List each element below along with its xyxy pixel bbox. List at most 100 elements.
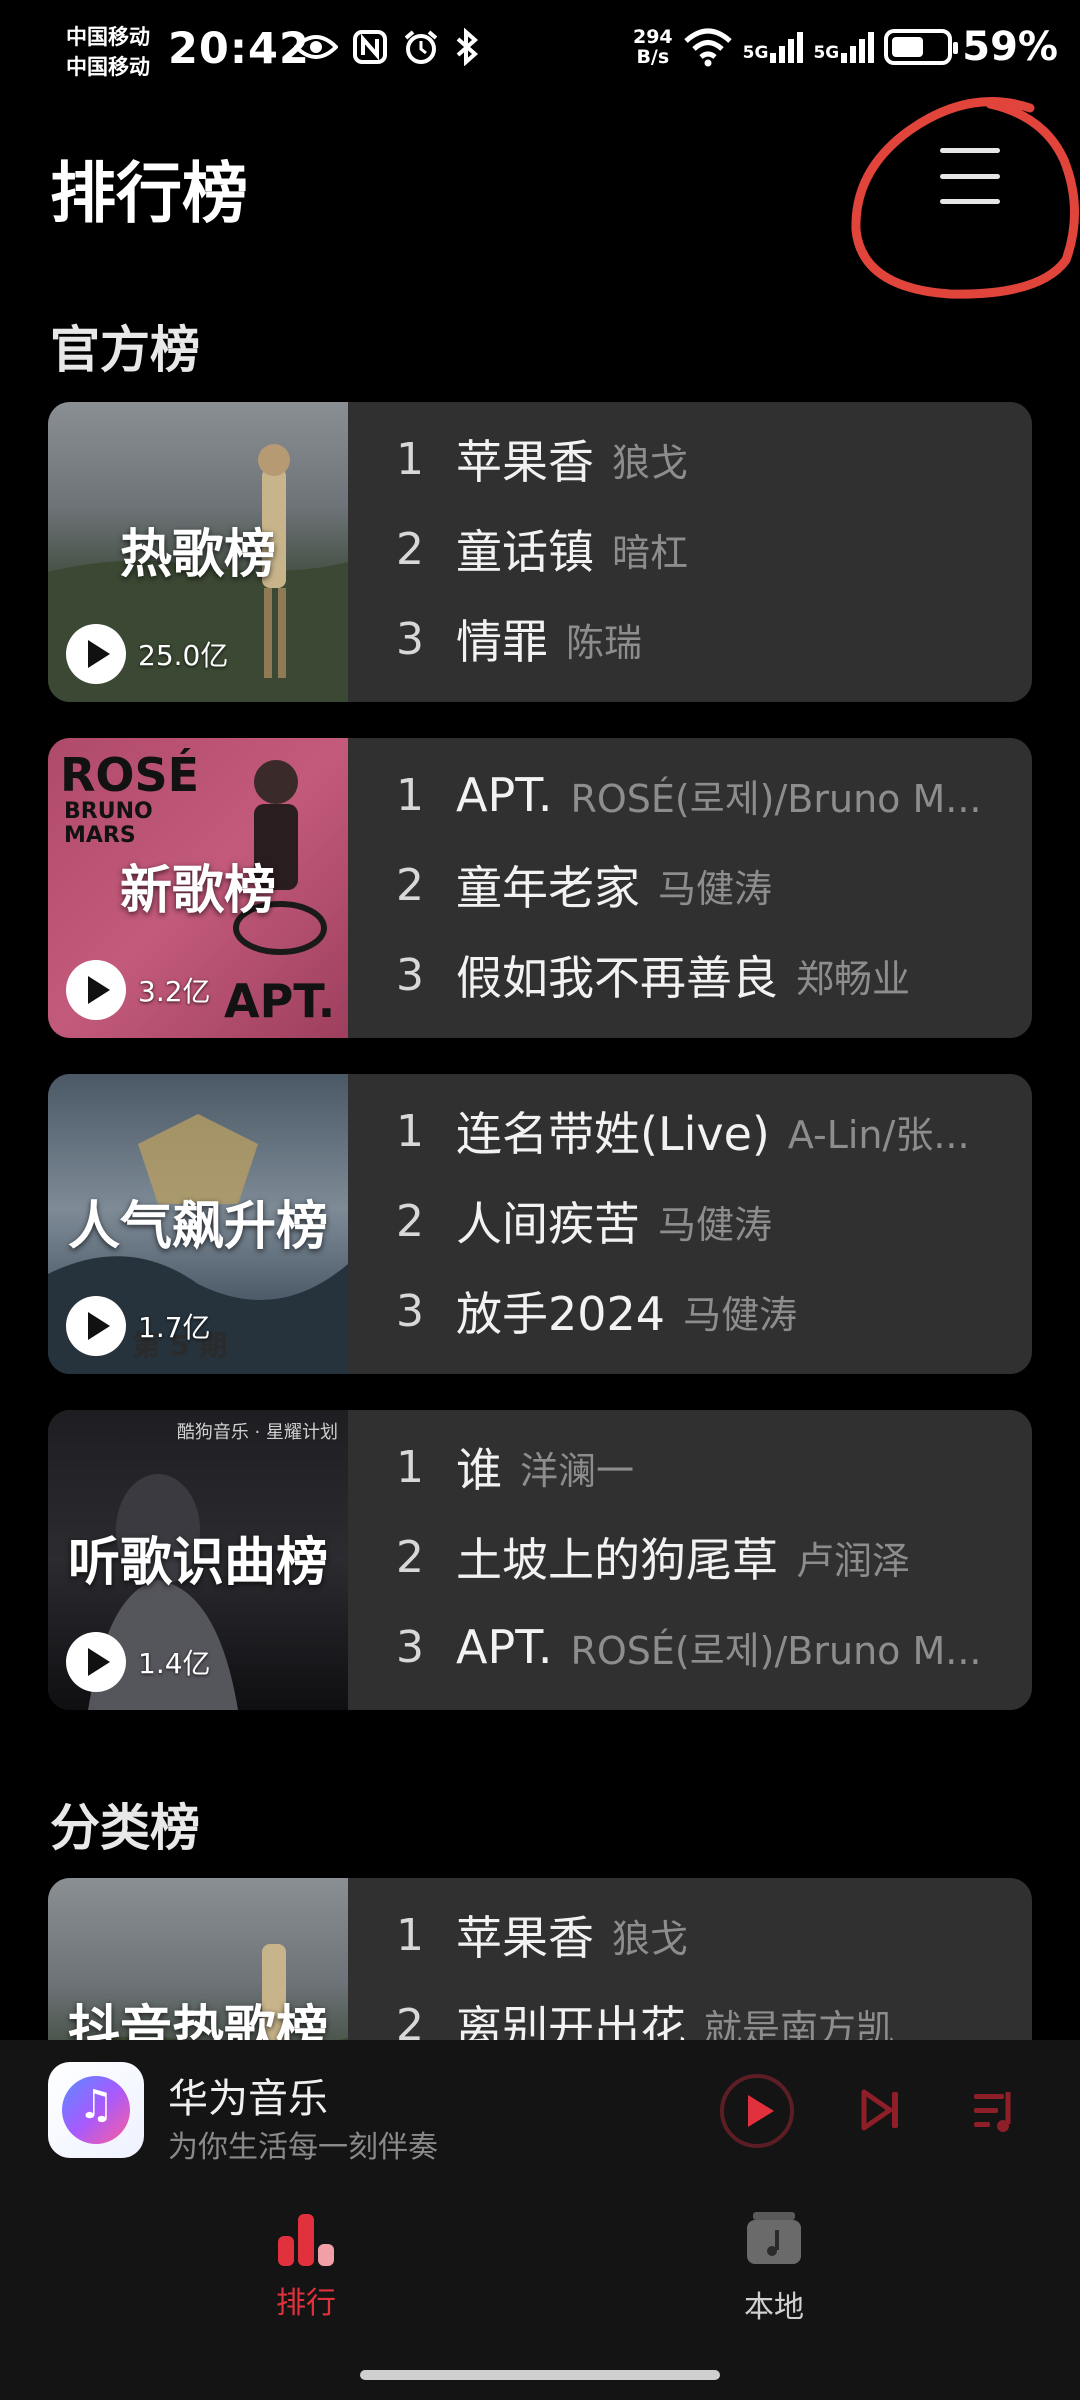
play-count-badge: 3.2亿	[66, 960, 211, 1020]
song-title: 苹果香	[456, 435, 594, 489]
song-artist: 陈瑞	[566, 620, 643, 665]
song-rank: 3	[396, 1621, 424, 1673]
nav-tab-local[interactable]: 本地	[674, 2210, 874, 2326]
song-artist: 卢润泽	[796, 1538, 911, 1583]
song-artist: 狼戈	[612, 440, 689, 485]
chart-card-recognition[interactable]: 酷狗音乐 · 星耀计划 听歌识曲榜 1.4亿 1 谁洋澜一 2 土坡上的狗尾草 卢润泽…	[48, 1410, 1032, 1710]
sim1-label: 5G	[742, 42, 769, 63]
section-official: 官方榜	[50, 321, 200, 379]
network-speed: 294 B/s	[633, 27, 673, 67]
song-rank: 1	[396, 769, 424, 821]
song-artist: ROSÉ(로제)/Bruno M...	[570, 1628, 982, 1673]
song-rank: 1	[396, 433, 424, 485]
play-count: 25.0亿	[138, 639, 229, 672]
song-row[interactable]: 1 谁洋澜一	[396, 1422, 992, 1512]
home-indicator[interactable]	[360, 2370, 720, 2380]
song-title: 放手2024	[456, 1287, 666, 1341]
song-title: 苹果香	[456, 1911, 594, 1965]
song-rank: 2	[396, 523, 424, 575]
play-icon[interactable]	[66, 1296, 126, 1356]
nav-label-local: 本地	[744, 2290, 804, 2325]
status-icons-left	[294, 28, 480, 66]
carrier-labels: 中国移动 中国移动	[66, 22, 150, 82]
chart-name: 人气飙升榜	[67, 1197, 328, 1257]
song-title: 连名带姓(Live)	[456, 1107, 770, 1161]
play-count: 1.4亿	[138, 1647, 211, 1680]
song-title: 假如我不再善良	[456, 951, 778, 1005]
nav-tab-ranking[interactable]: 排行	[206, 2210, 406, 2322]
chart-cover[interactable]: 热歌榜 25.0亿	[48, 402, 348, 702]
signal-bars-icon	[770, 31, 804, 63]
song-title: 情罪	[456, 615, 548, 669]
next-track-icon[interactable]	[856, 2086, 904, 2134]
play-icon[interactable]	[66, 960, 126, 1020]
chart-cover[interactable]: 酷狗音乐 · 星耀计划 听歌识曲榜 1.4亿	[48, 1410, 348, 1710]
song-row[interactable]: 2 土坡上的狗尾草 卢润泽	[396, 1512, 992, 1602]
song-row[interactable]: 1 苹果香 狼戈	[396, 414, 992, 504]
song-title: 谁	[456, 1443, 502, 1497]
song-row[interactable]: 3 放手2024 马健涛	[396, 1266, 992, 1356]
huawei-music-app-icon: ♫	[48, 2062, 144, 2158]
nfc-icon	[353, 30, 387, 64]
song-rank: 1	[396, 1441, 424, 1493]
song-row[interactable]: 3 情罪 陈瑞	[396, 594, 992, 684]
song-title: 童话镇	[456, 525, 594, 579]
section-category: 分类榜	[50, 1799, 200, 1857]
song-row[interactable]: 1 苹果香 狼戈	[396, 1890, 992, 1980]
song-title: APT.	[456, 1620, 553, 1674]
song-row[interactable]: 1 APT. ROSÉ(로제)/Bruno M...	[396, 750, 992, 840]
song-row[interactable]: 2 童话镇 暗杠	[396, 504, 992, 594]
carrier-2: 中国移动	[66, 55, 150, 79]
chart-songs: 1 连名带姓(Live) A-Lin/张... 2 人间疾苦 马健涛 3 放手2024 马健…	[396, 1074, 992, 1374]
song-row[interactable]: 3 APT. ROSÉ(로제)/Bruno M...	[396, 1602, 992, 1692]
song-artist: 马健涛	[658, 1202, 773, 1247]
chart-card-new[interactable]: ROSÉ BRUNO MARS APT. 新歌榜 3.2亿 1 APT. ROSÉ(…	[48, 738, 1032, 1038]
player-title: 华为音乐	[168, 2076, 328, 2122]
alarm-icon	[404, 30, 438, 64]
wifi-icon	[683, 28, 732, 67]
song-rank: 1	[396, 1909, 424, 1961]
song-artist: 洋澜一	[520, 1448, 635, 1493]
song-artist: 暗杠	[612, 530, 689, 575]
song-rank: 3	[396, 613, 424, 665]
play-icon[interactable]	[66, 624, 126, 684]
song-artist: 马健涛	[683, 1292, 798, 1337]
battery-percent: 59%	[962, 24, 1058, 70]
song-artist: 郑畅业	[796, 956, 911, 1001]
song-row[interactable]: 2 童年老家 马健涛	[396, 840, 992, 930]
bottom-navigation: 排行 本地	[0, 2182, 1080, 2400]
sim2-label: 5G	[813, 42, 840, 63]
page-title: 排行榜	[50, 155, 248, 232]
bluetooth-icon	[456, 28, 479, 66]
song-title: 土坡上的狗尾草	[456, 1533, 778, 1587]
net-speed-value: 294	[632, 26, 673, 48]
chart-name: 新歌榜	[119, 861, 276, 921]
song-row[interactable]: 3 假如我不再善良 郑畅业	[396, 930, 992, 1020]
red-circle-annotation	[851, 97, 1080, 299]
song-artist: 狼戈	[612, 1916, 689, 1961]
song-title: 人间疾苦	[456, 1197, 640, 1251]
signal-sim2: 5G	[813, 31, 875, 63]
chart-card-hot[interactable]: 热歌榜 25.0亿 1 苹果香 狼戈 2 童话镇 暗杠 3 情罪 陈瑞	[48, 402, 1032, 702]
chart-songs: 1 APT. ROSÉ(로제)/Bruno M... 2 童年老家 马健涛 3 假如我不再…	[396, 738, 992, 1038]
chart-cover[interactable]: 第 5 期 人气飙升榜 1.7亿	[48, 1074, 348, 1374]
song-rank: 1	[396, 1105, 424, 1157]
play-button[interactable]	[720, 2074, 794, 2148]
song-row[interactable]: 2 人间疾苦 马健涛	[396, 1176, 992, 1266]
song-artist: A-Lin/张...	[787, 1112, 970, 1157]
chart-cover[interactable]: ROSÉ BRUNO MARS APT. 新歌榜 3.2亿	[48, 738, 348, 1038]
playlist-icon[interactable]	[970, 2086, 1020, 2136]
song-artist: ROSÉ(로제)/Bruno M...	[570, 776, 982, 821]
net-speed-unit: B/s	[636, 46, 670, 68]
player-subtitle: 为你生活每一刻伴奏	[168, 2130, 438, 2165]
play-count: 3.2亿	[138, 975, 211, 1008]
play-icon[interactable]	[66, 1632, 126, 1692]
chart-songs: 1 苹果香 狼戈 2 童话镇 暗杠 3 情罪 陈瑞	[396, 402, 992, 702]
battery-icon	[884, 29, 959, 65]
chart-card-rising[interactable]: 第 5 期 人气飙升榜 1.7亿 1 连名带姓(Live) A-Lin/张... 2…	[48, 1074, 1032, 1374]
chart-name: 热歌榜	[119, 525, 276, 585]
song-row[interactable]: 1 连名带姓(Live) A-Lin/张...	[396, 1086, 992, 1176]
signal-sim1: 5G	[742, 31, 804, 63]
song-rank: 2	[396, 1195, 424, 1247]
mini-player[interactable]: ♫ 华为音乐 为你生活每一刻伴奏	[0, 2040, 1080, 2182]
